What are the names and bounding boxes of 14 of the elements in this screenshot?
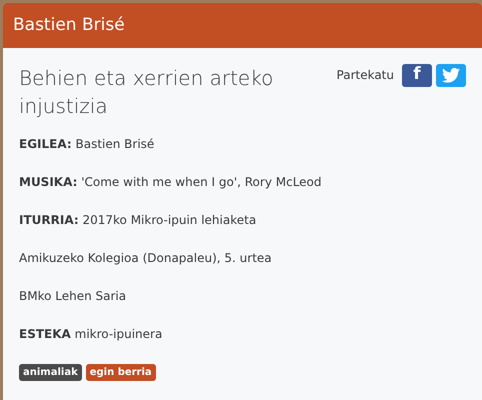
info-line: ESTEKA mikro-ipuinera bbox=[19, 326, 164, 342]
header-title: Bastien Brisé bbox=[3, 3, 482, 48]
tag[interactable]: egin berria bbox=[86, 364, 156, 380]
tag[interactable]: animaliak bbox=[19, 364, 82, 380]
info-line: BMko Lehen Saria bbox=[19, 288, 128, 304]
info-line: ITURRIA: 2017ko Mikro-ipuin lehiaketa bbox=[19, 212, 258, 228]
info-line: EGILEA: Bastien Brisé bbox=[19, 136, 156, 152]
article-title: Behien eta xerrien arteko injustizia bbox=[19, 64, 274, 120]
bird-icon bbox=[442, 68, 460, 82]
info-line: MUSIKA: 'Come with me when I go', Rory McLeod bbox=[19, 174, 323, 190]
facebook-share-button[interactable]: f bbox=[402, 64, 432, 86]
twitter-share-button[interactable] bbox=[436, 64, 466, 86]
info-line: Amikuzeko Kolegioa (Donapaleu), 5. urtea bbox=[19, 250, 273, 266]
share-label: Partekatu bbox=[336, 67, 394, 84]
